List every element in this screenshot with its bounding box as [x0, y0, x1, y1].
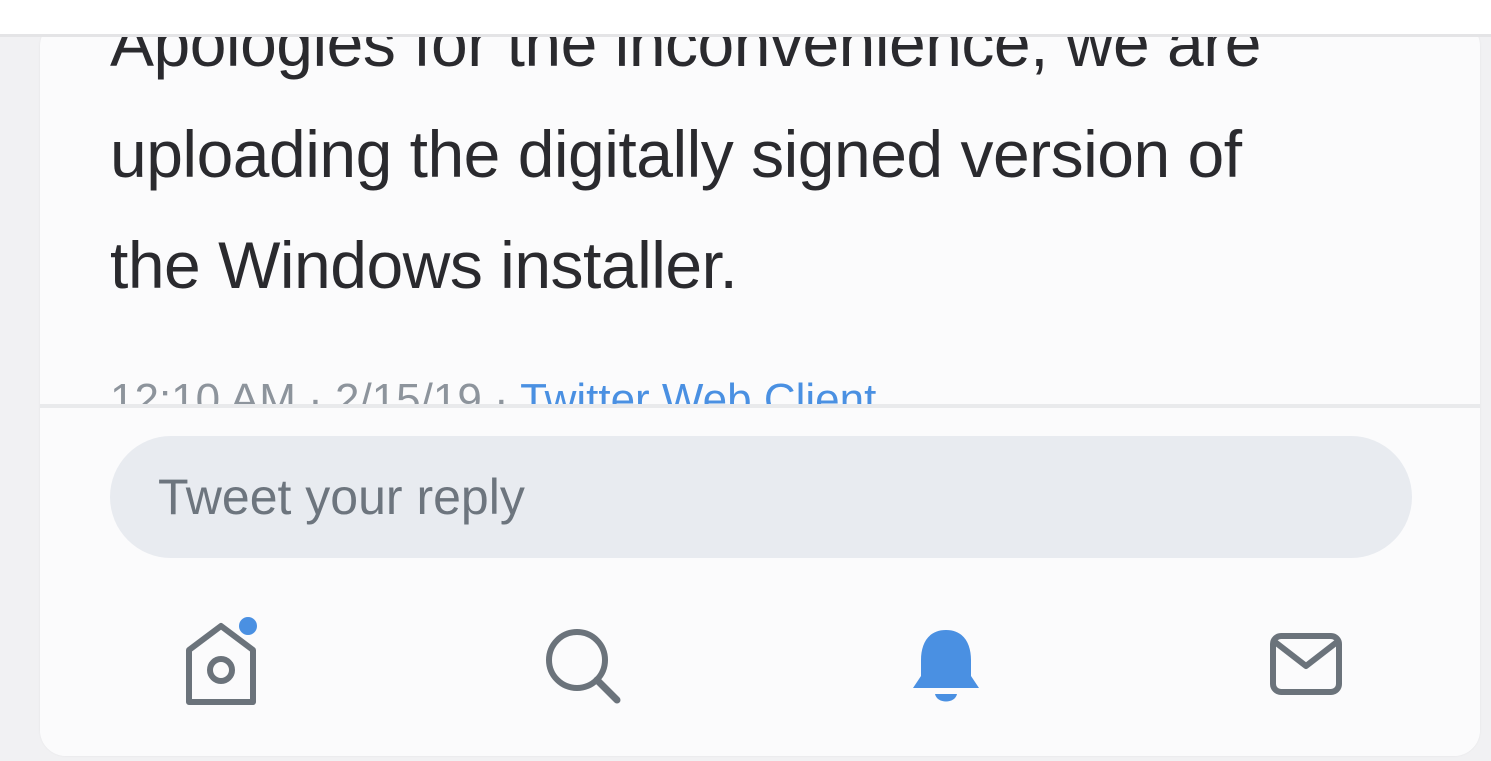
reply-input[interactable] — [156, 467, 1360, 527]
messages-envelope-icon — [1270, 633, 1342, 695]
tweet-line: uploading the digitally signed version o… — [110, 117, 1242, 191]
notifications-bell-icon — [913, 630, 979, 702]
tweet-line: the Windows installer. — [110, 228, 738, 302]
bottom-tab-bar — [40, 610, 1480, 720]
tab-notifications[interactable] — [896, 610, 996, 710]
notification-dot-icon — [239, 617, 257, 635]
tab-messages[interactable] — [1256, 610, 1356, 710]
top-bar — [0, 0, 1491, 37]
tab-home[interactable] — [172, 610, 272, 710]
search-icon — [546, 629, 621, 704]
tab-search[interactable] — [532, 610, 632, 710]
tweet-detail-card: Apologies for the inconvenience, we are … — [40, 20, 1480, 756]
app-frame: Apologies for the inconvenience, we are … — [0, 0, 1491, 761]
reply-box[interactable] — [110, 436, 1412, 558]
tweet-text: Apologies for the inconvenience, we are … — [110, 20, 1430, 321]
divider — [40, 404, 1480, 408]
